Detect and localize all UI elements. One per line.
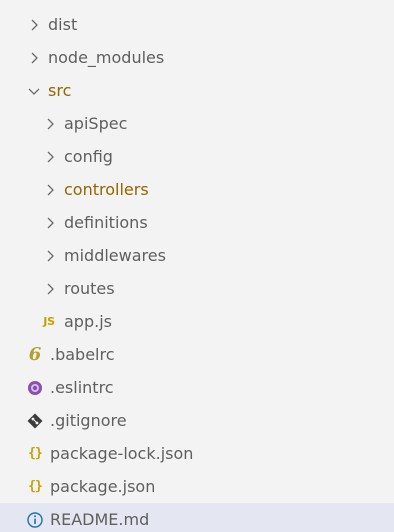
file-explorer: dist node_modules src apiSpec config con… [0,0,394,532]
tree-item-label: app.js [64,312,112,331]
tree-item-label: middlewares [64,246,166,265]
tree-item-label: .babelrc [50,345,115,364]
tree-item-gitignore[interactable]: .gitignore [0,404,394,437]
tree-item-definitions[interactable]: definitions [0,206,394,239]
chevron-right-icon [42,149,58,165]
tree-item-package-json[interactable]: {} package.json [0,470,394,503]
chevron-right-icon [42,215,58,231]
tree-item-routes[interactable]: routes [0,272,394,305]
chevron-right-icon [26,17,42,33]
tree-item-app-js[interactable]: JS app.js [0,305,394,338]
chevron-down-icon [26,83,42,99]
tree-item-readme-md[interactable]: README.md [0,503,394,532]
tree-item-middlewares[interactable]: middlewares [0,239,394,272]
tree-item-package-lock-json[interactable]: {} package-lock.json [0,437,394,470]
tree-item-label: apiSpec [64,114,128,133]
git-icon [26,412,44,430]
tree-item-label: node_modules [48,48,165,67]
chevron-right-icon [42,248,58,264]
tree-item-label: package.json [50,477,156,496]
tree-item-label: config [64,147,113,166]
chevron-right-icon [42,116,58,132]
chevron-right-icon [42,281,58,297]
tree-item-label: package-lock.json [50,444,194,463]
tree-item-apispec[interactable]: apiSpec [0,107,394,140]
eslint-icon [26,379,44,397]
chevron-right-icon [42,182,58,198]
tree-item-label: README.md [50,510,150,529]
tree-item-babelrc[interactable]: 6 .babelrc [0,338,394,371]
tree-item-controllers[interactable]: controllers [0,173,394,206]
tree-item-label: dist [48,15,78,34]
tree-item-dist[interactable]: dist [0,8,394,41]
tree-item-label: src [48,81,72,100]
tree-item-eslintrc[interactable]: .eslintrc [0,371,394,404]
tree-item-config[interactable]: config [0,140,394,173]
tree-item-label: .gitignore [50,411,127,430]
tree-item-src[interactable]: src [0,74,394,107]
json-icon: {} [28,446,43,461]
info-icon [26,511,44,529]
javascript-icon: JS [43,315,55,328]
tree-item-label: controllers [64,180,149,199]
json-icon: {} [28,479,43,494]
babel-icon: 6 [28,344,42,365]
tree-item-label: routes [64,279,115,298]
tree-item-label: definitions [64,213,148,232]
tree-item-node-modules[interactable]: node_modules [0,41,394,74]
tree-item-label: .eslintrc [50,378,114,397]
chevron-right-icon [26,50,42,66]
